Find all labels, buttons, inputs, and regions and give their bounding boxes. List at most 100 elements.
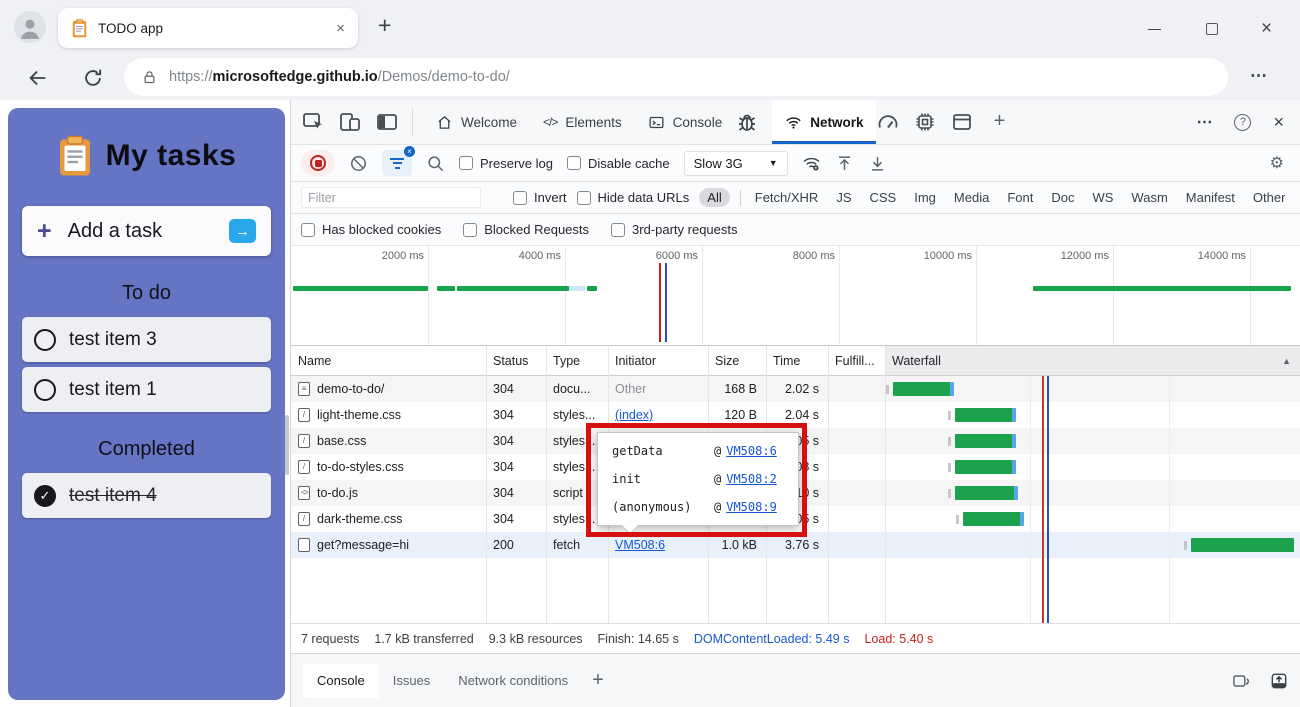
blocked-requests-checkbox[interactable]: Blocked Requests [463, 222, 589, 237]
dock-drawer-icon[interactable] [1231, 671, 1251, 691]
checkbox-icon[interactable] [463, 223, 477, 237]
column-divider[interactable] [885, 346, 886, 623]
network-settings-gear-icon[interactable]: ⚙ [1270, 153, 1290, 173]
profile-avatar[interactable] [14, 11, 46, 43]
initiator-link[interactable]: (index) [615, 408, 653, 422]
filter-input[interactable] [301, 187, 481, 208]
column-header-type[interactable]: Type [546, 354, 608, 368]
browser-tab[interactable]: TODO app × [58, 8, 358, 48]
dock-side-icon[interactable] [375, 110, 399, 134]
bug-icon[interactable] [735, 110, 759, 134]
waterfall-bar[interactable] [955, 408, 1013, 422]
maximize-icon[interactable] [1206, 23, 1218, 35]
drawer-tab-issues[interactable]: Issues [379, 664, 445, 698]
network-overview-timeline[interactable]: 2000 ms 4000 ms 6000 ms 8000 ms 10000 ms… [291, 246, 1300, 346]
waterfall-bar[interactable] [963, 512, 1021, 526]
initiator-link[interactable]: VM508:6 [615, 538, 665, 552]
memory-icon[interactable] [913, 110, 937, 134]
waterfall-bar[interactable] [955, 460, 1013, 474]
expand-drawer-icon[interactable] [1269, 671, 1289, 691]
address-bar[interactable]: https://microsoftedge.github.io/Demos/de… [124, 58, 1228, 96]
filter-pill[interactable]: Img [910, 188, 940, 207]
devtools-menu-icon[interactable]: ⋯ [1196, 112, 1212, 132]
search-icon[interactable] [426, 154, 445, 173]
minimize-icon[interactable] [1148, 29, 1161, 30]
record-button[interactable] [301, 150, 335, 176]
filter-pill[interactable]: Wasm [1127, 188, 1171, 207]
browser-menu-icon[interactable]: ⋯ [1250, 66, 1268, 86]
column-header-initiator[interactable]: Initiator [608, 354, 708, 368]
preserve-log-checkbox[interactable]: Preserve log [459, 156, 553, 171]
filter-pill[interactable]: Fetch/XHR [751, 188, 823, 207]
filter-pill[interactable]: Doc [1047, 188, 1078, 207]
source-link[interactable]: VM508:6 [726, 444, 777, 458]
waterfall-bar[interactable] [893, 382, 951, 396]
checkbox-icon[interactable] [459, 156, 473, 170]
tab-close-icon[interactable]: × [336, 20, 345, 37]
checkbox-icon[interactable] [611, 223, 625, 237]
third-party-requests-checkbox[interactable]: 3rd-party requests [611, 222, 738, 237]
has-blocked-cookies-checkbox[interactable]: Has blocked cookies [301, 222, 441, 237]
drawer-more-tools-icon[interactable]: + [592, 669, 604, 692]
tab-console[interactable]: Console [635, 100, 736, 144]
source-link[interactable]: VM508:2 [726, 472, 777, 486]
tab-network[interactable]: Network [772, 100, 876, 144]
column-header-status[interactable]: Status [486, 354, 546, 368]
import-har-icon[interactable] [835, 154, 854, 173]
filter-pill[interactable]: Other [1249, 188, 1290, 207]
hide-data-urls-checkbox[interactable]: Hide data URLs [577, 190, 690, 205]
column-divider[interactable] [828, 346, 829, 623]
submit-task-button[interactable]: → [229, 219, 256, 243]
task-checkbox[interactable] [34, 379, 56, 401]
reload-icon[interactable] [82, 67, 104, 89]
page-scrollbar-thumb[interactable] [285, 415, 289, 475]
task-checkbox[interactable] [34, 329, 56, 351]
back-icon[interactable] [27, 67, 49, 89]
column-header-waterfall[interactable]: Waterfall ▲ [885, 346, 1300, 375]
add-task-input[interactable]: Add a task [68, 220, 163, 243]
export-har-icon[interactable] [868, 154, 887, 173]
column-divider[interactable] [546, 346, 547, 623]
lock-icon[interactable] [142, 70, 157, 85]
network-conditions-icon[interactable] [802, 154, 821, 173]
filter-pill[interactable]: JS [832, 188, 855, 207]
performance-icon[interactable] [876, 110, 900, 134]
tab-elements[interactable]: </> Elements [530, 100, 635, 144]
more-tabs-icon[interactable]: + [987, 110, 1011, 134]
column-header-size[interactable]: Size [708, 354, 766, 368]
invert-checkbox[interactable]: Invert [513, 190, 567, 205]
column-header-name[interactable]: Name [291, 354, 486, 368]
source-link[interactable]: VM508:9 [726, 500, 777, 514]
help-icon[interactable]: ? [1234, 114, 1251, 131]
task-checkbox-checked[interactable]: ✓ [34, 485, 56, 507]
devtools-close-icon[interactable]: × [1273, 112, 1284, 133]
throttling-select[interactable]: Slow 3G▼ [684, 151, 788, 176]
new-tab-button[interactable]: + [378, 12, 391, 39]
disable-cache-checkbox[interactable]: Disable cache [567, 156, 670, 171]
table-row[interactable]: ≡demo-to-do/ 304 docu... Other 168 B 2.0… [291, 376, 1300, 402]
task-item-completed[interactable]: ✓ test item 4 [22, 473, 271, 518]
drawer-tab-console[interactable]: Console [303, 664, 379, 698]
checkbox-icon[interactable] [567, 156, 581, 170]
filter-pill[interactable]: Manifest [1182, 188, 1239, 207]
filter-pill[interactable]: WS [1088, 188, 1117, 207]
column-header-fulfilled[interactable]: Fulfill... [828, 354, 885, 368]
inspect-element-icon[interactable] [301, 110, 325, 134]
column-divider[interactable] [486, 346, 487, 623]
application-icon[interactable] [950, 110, 974, 134]
filter-pill[interactable]: CSS [866, 188, 901, 207]
filter-pill[interactable]: Font [1003, 188, 1037, 207]
filter-pill[interactable]: Media [950, 188, 993, 207]
checkbox-icon[interactable] [513, 191, 527, 205]
table-row[interactable]: /light-theme.css 304 styles... (index) 1… [291, 402, 1300, 428]
tab-welcome[interactable]: Welcome [423, 100, 530, 144]
task-item[interactable]: test item 1 [22, 367, 271, 412]
waterfall-bar[interactable] [955, 434, 1013, 448]
checkbox-icon[interactable] [301, 223, 315, 237]
waterfall-bar[interactable] [955, 486, 1015, 500]
clear-icon[interactable] [349, 154, 368, 173]
table-row-selected[interactable]: get?message=hi 200 fetch VM508:6 1.0 kB … [291, 532, 1300, 558]
task-item[interactable]: test item 3 [22, 317, 271, 362]
filter-toggle-icon[interactable]: × [382, 150, 412, 176]
column-header-time[interactable]: Time [766, 354, 828, 368]
